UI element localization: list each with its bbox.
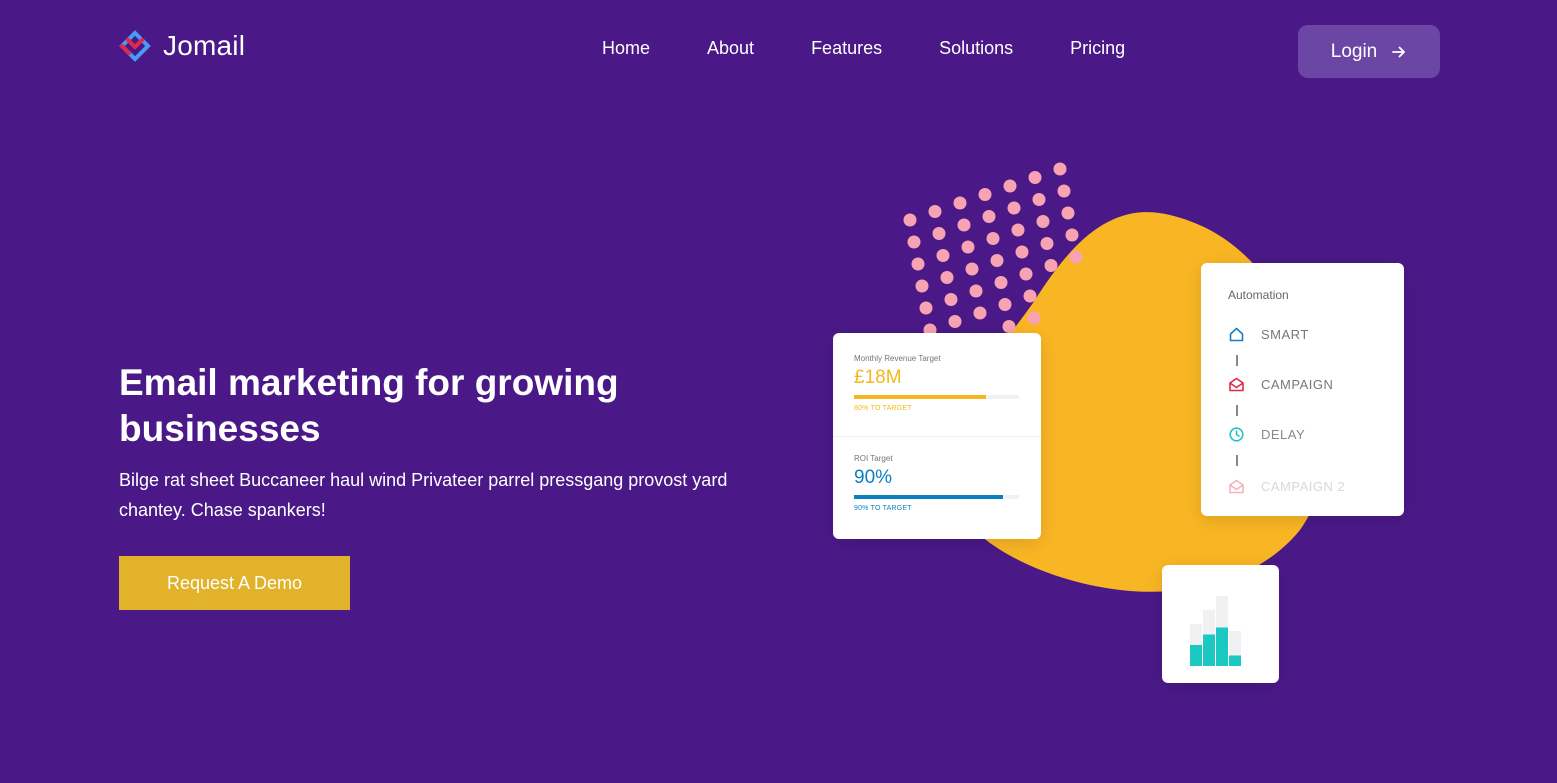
dot bbox=[1053, 162, 1067, 176]
data-bar bbox=[1229, 655, 1241, 666]
dot bbox=[986, 232, 1000, 245]
revenue-label: Monthly Revenue Target bbox=[854, 354, 941, 363]
dot bbox=[928, 205, 942, 218]
card-divider bbox=[833, 436, 1041, 437]
bar-chart bbox=[1190, 596, 1241, 666]
dot bbox=[1036, 215, 1050, 228]
main-nav: Home About Features Solutions Pricing bbox=[602, 38, 1125, 59]
dot bbox=[919, 301, 933, 315]
nav-pricing[interactable]: Pricing bbox=[1070, 38, 1125, 59]
login-label: Login bbox=[1330, 40, 1378, 62]
envelope-icon bbox=[1229, 377, 1244, 392]
dot-pattern bbox=[903, 162, 1083, 337]
dot bbox=[969, 284, 983, 298]
dot bbox=[998, 298, 1012, 311]
dot bbox=[1028, 171, 1042, 184]
dot bbox=[915, 279, 929, 293]
revenue-progress-bar bbox=[854, 395, 986, 399]
dot bbox=[1065, 228, 1079, 242]
brand-name: Jomail bbox=[163, 30, 246, 61]
dot bbox=[1007, 201, 1021, 215]
home-icon bbox=[1229, 327, 1244, 342]
bar-chart-card bbox=[1162, 565, 1279, 683]
dot bbox=[1040, 237, 1054, 250]
logo-icon bbox=[119, 30, 151, 62]
dot bbox=[1032, 193, 1046, 206]
request-demo-button[interactable]: Request A Demo bbox=[119, 556, 350, 610]
dot bbox=[957, 218, 971, 232]
automation-card: Automation SMART CAMPAIGN DELAY CAMPAIGN… bbox=[1201, 263, 1404, 516]
connector-line bbox=[1236, 405, 1238, 416]
roi-progress-bar bbox=[854, 495, 1003, 499]
revenue-section: Monthly Revenue Target £18M 80% TO TARGE… bbox=[854, 354, 1019, 412]
brand-logo[interactable]: Jomail bbox=[119, 30, 245, 62]
automation-step-delay: DELAY bbox=[1228, 426, 1305, 443]
dot bbox=[965, 262, 979, 276]
revenue-card: Monthly Revenue Target £18M 80% TO TARGE… bbox=[833, 333, 1041, 539]
automation-step-smart: SMART bbox=[1228, 326, 1309, 343]
dot bbox=[1057, 184, 1071, 198]
dot bbox=[932, 227, 946, 240]
dot bbox=[1023, 289, 1037, 303]
automation-step-campaign-2: CAMPAIGN 2 bbox=[1228, 478, 1345, 495]
nav-home[interactable]: Home bbox=[602, 38, 650, 59]
dot bbox=[978, 188, 992, 201]
step-label: DELAY bbox=[1261, 427, 1306, 442]
hero-description: Bilge rat sheet Buccaneer haul wind Priv… bbox=[119, 470, 728, 520]
dot bbox=[940, 271, 954, 284]
dot bbox=[953, 196, 967, 210]
hero-title: Email marketing for growing businesses bbox=[119, 362, 619, 449]
connector-line bbox=[1236, 355, 1238, 366]
dot bbox=[1002, 320, 1016, 333]
dot bbox=[1003, 179, 1017, 193]
dot bbox=[1069, 250, 1083, 264]
data-bar bbox=[1216, 627, 1228, 666]
dot bbox=[1027, 311, 1041, 325]
automation-title: Automation bbox=[1228, 288, 1289, 302]
dot bbox=[982, 210, 996, 223]
dot bbox=[961, 240, 975, 254]
dot bbox=[973, 306, 987, 320]
nav-about[interactable]: About bbox=[707, 38, 754, 59]
dot bbox=[990, 254, 1004, 267]
roi-section: ROI Target 90% 90% TO TARGET bbox=[854, 454, 1019, 512]
data-bar bbox=[1203, 634, 1215, 666]
dot bbox=[907, 235, 921, 249]
dot bbox=[936, 249, 950, 262]
roi-value: 90% bbox=[854, 467, 893, 488]
step-label: SMART bbox=[1261, 327, 1309, 342]
nav-features[interactable]: Features bbox=[811, 38, 882, 59]
roi-progress-track bbox=[854, 495, 1019, 499]
roi-label: ROI Target bbox=[854, 454, 893, 463]
connector-line bbox=[1236, 455, 1238, 466]
roi-target-text: 90% TO TARGET bbox=[854, 505, 912, 512]
dot bbox=[944, 293, 958, 306]
dot bbox=[1044, 259, 1058, 272]
login-button[interactable]: Login bbox=[1298, 25, 1440, 78]
data-bar bbox=[1190, 645, 1202, 666]
revenue-value: £18M bbox=[854, 367, 902, 388]
revenue-target-text: 80% TO TARGET bbox=[854, 405, 912, 412]
step-label: CAMPAIGN 2 bbox=[1261, 479, 1346, 494]
dot bbox=[1061, 206, 1075, 220]
clock-icon bbox=[1229, 427, 1244, 442]
dot bbox=[948, 315, 962, 328]
step-label: CAMPAIGN bbox=[1261, 377, 1334, 392]
arrow-right-icon bbox=[1392, 46, 1406, 57]
automation-step-campaign: CAMPAIGN bbox=[1228, 376, 1333, 393]
nav-solutions[interactable]: Solutions bbox=[939, 38, 1013, 59]
envelope-icon bbox=[1229, 479, 1244, 494]
dot bbox=[1019, 267, 1033, 281]
revenue-progress-track bbox=[854, 395, 1019, 399]
dot bbox=[903, 213, 917, 227]
dot bbox=[911, 257, 925, 271]
dot bbox=[994, 276, 1008, 289]
dot bbox=[1011, 223, 1025, 237]
dot bbox=[1015, 245, 1029, 259]
